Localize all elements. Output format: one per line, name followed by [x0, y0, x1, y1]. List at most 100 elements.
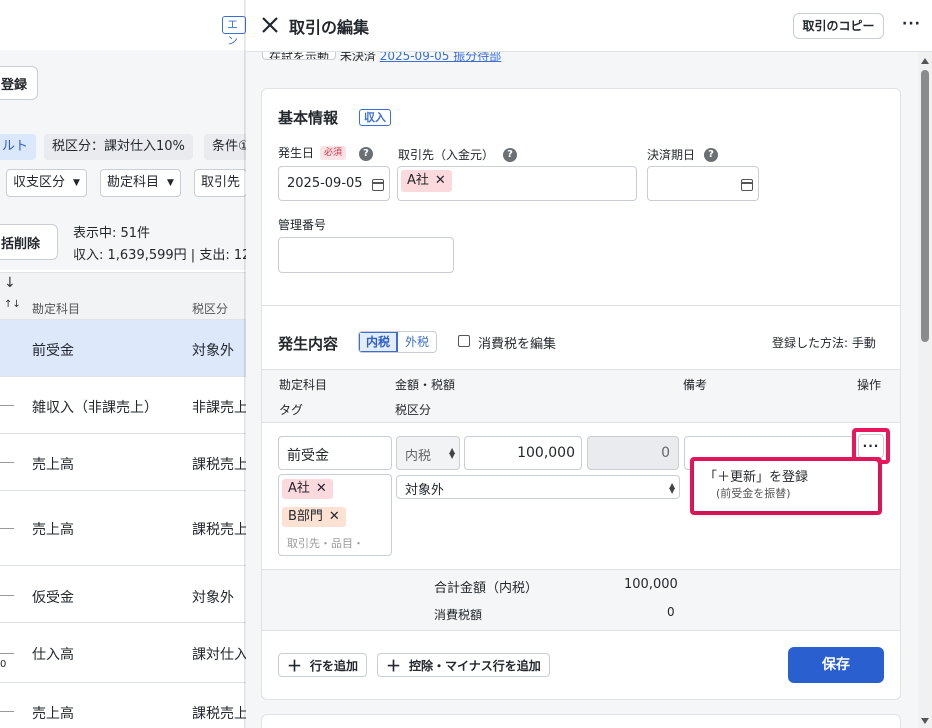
remove-icon[interactable]: ✕ [435, 173, 446, 188]
help-icon[interactable]: ? [704, 148, 718, 162]
add-row-button[interactable]: ＋ 行を追加 [278, 653, 368, 677]
edit-transaction-drawer: 在試を示動 未決済 2025-09-05 振分待部 取引の編集 取引のコピー ·… [246, 0, 932, 728]
row-left-digit: 0 [0, 659, 7, 670]
row-tax: 非課売上 [192, 400, 246, 416]
add-row-label: 行を追加 [310, 658, 359, 673]
filter-chip-default[interactable]: ルト [0, 134, 37, 160]
total-label: 合計金額（内税） [434, 581, 539, 596]
tax-category-value: 対象外 [405, 483, 445, 498]
tag-placeholder: 取引先・品目・ [287, 537, 364, 550]
add-deduction-row-button[interactable]: ＋ 控除・マイナス行を追加 [377, 653, 550, 677]
table-row[interactable]: 0 仕入高 課対仕入 [0, 623, 246, 683]
tax-inclusive-option[interactable]: 内税 [359, 332, 399, 352]
register-button[interactable]: 登録 [0, 66, 38, 100]
top-tag: エン [222, 16, 246, 47]
row-tax: 対象外 [192, 343, 234, 359]
caret-down-icon: ▼ [73, 178, 80, 188]
updown-icon: ▲ ▼ [449, 446, 456, 460]
tag-label: A社 [288, 481, 310, 496]
col-action: 操作 [857, 378, 882, 392]
scroll-down-icon[interactable] [921, 718, 929, 724]
col-amount: 金額・税額 [395, 378, 456, 392]
partner-label: 取引先（入金元） [398, 148, 495, 162]
row-more-button[interactable]: ··· [858, 434, 884, 458]
summary-totals: 収入: 1,639,599円 | 支出: 12 [73, 248, 246, 263]
due-date-input[interactable] [647, 166, 759, 201]
table-row[interactable]: 雑収入（非課売上） 非課売上 [0, 377, 246, 434]
dropdown-account[interactable]: 勘定科目 ▼ [100, 169, 181, 197]
plus-icon: ＋ [287, 656, 303, 675]
totals-area: 合計金額（内税） 100,000 消費税額 0 [262, 569, 900, 631]
tax-mode-select[interactable]: 内税 ▲ ▼ [396, 436, 460, 470]
col-header-account[interactable]: 勘定科目 [32, 300, 80, 317]
calendar-icon[interactable] [741, 179, 753, 191]
sort-both-icon[interactable]: ↑↓ [4, 299, 21, 310]
account-input[interactable]: 前受金 [278, 436, 392, 470]
remove-icon[interactable]: ✕ [316, 481, 327, 496]
help-icon[interactable]: ? [503, 148, 517, 162]
tax-mode-toggle: 内税 外税 [358, 331, 438, 353]
dropdown-partner[interactable]: 取引先 [194, 169, 246, 197]
row-account: 雑収入（非課売上） [32, 400, 158, 416]
copy-transaction-button[interactable]: 取引のコピー [793, 13, 884, 39]
tax-exclusive-option[interactable]: 外税 [398, 332, 436, 352]
edit-tax-checkbox[interactable] [458, 335, 470, 347]
tag-chip-partner[interactable]: A社 ✕ [282, 479, 333, 499]
tag-input[interactable]: A社 ✕ B部門 ✕ 取引先・品目・ [278, 474, 392, 556]
row-tax: 課対仕入 [192, 647, 246, 663]
tag-chip-department[interactable]: B部門 ✕ [282, 507, 346, 527]
drawer-header: 取引の編集 取引のコピー ··· [246, 0, 932, 52]
dropdown-label: 取引先 [201, 175, 241, 190]
table-row[interactable]: 売上高 課税売上 [0, 434, 246, 491]
dropdown-label: 勘定科目 [107, 175, 160, 190]
remove-icon[interactable]: ✕ [329, 509, 340, 524]
filter-chip-tax[interactable]: 税区分：課対仕入10% [44, 134, 193, 160]
transaction-form-card: 基本情報 収入 発生日 必須 ? 2025-09-05 取引先（入金元） ? A社… [261, 88, 901, 700]
amount-input[interactable]: 100,000 [464, 436, 582, 470]
row-dash [0, 653, 14, 654]
amount-value: 100,000 [517, 445, 575, 461]
partner-chip[interactable]: A社 ✕ [401, 170, 452, 192]
table-row[interactable]: 仮受金 対象外 [0, 566, 246, 623]
scrollbar[interactable] [918, 52, 932, 728]
updown-icon: ▲ ▼ [669, 481, 676, 495]
table-row[interactable]: 売上高 課税売上 [0, 683, 246, 728]
row-account: 仮受金 [32, 590, 74, 606]
col-header-tax[interactable]: 税区分 [192, 300, 228, 317]
row-account: 前受金 [32, 343, 74, 359]
more-menu-icon[interactable]: ··· [902, 16, 921, 32]
management-number-input[interactable] [278, 237, 454, 273]
dropdown-label: 収支区分 [13, 175, 66, 190]
filter-chip-condition[interactable]: 条件① [204, 134, 246, 160]
row-account: 仕入高 [32, 647, 74, 663]
tax-amount-value: 0 [661, 445, 670, 461]
scroll-up-icon[interactable] [921, 58, 929, 64]
register-update-item[interactable]: 「＋更新」を登録 [704, 466, 808, 485]
register-update-subtext: (前受金を振替) [716, 487, 791, 500]
table-row[interactable]: 前受金 対象外 [0, 320, 246, 377]
account-value: 前受金 [287, 448, 329, 464]
help-icon[interactable]: ? [359, 147, 373, 161]
scroll-thumb[interactable] [921, 70, 929, 342]
save-button[interactable]: 保存 [788, 647, 884, 683]
col-note: 備考 [683, 378, 708, 392]
row-dash [0, 711, 14, 712]
calendar-icon[interactable] [372, 179, 384, 191]
tax-amount-input: 0 [587, 436, 679, 470]
date-label-text: 発生日 [278, 146, 315, 160]
col-tax-category: 税区分 [395, 403, 432, 417]
row-action-menu: 「＋更新」を登録 (前受金を振替) [694, 461, 878, 511]
date-input[interactable]: 2025-09-05 [278, 166, 390, 201]
sort-down-icon[interactable]: ↓ [4, 275, 16, 291]
management-number-label: 管理番号 [278, 218, 327, 232]
close-icon[interactable] [260, 15, 280, 35]
table-row[interactable]: 売上高 課税売上 [0, 491, 246, 566]
tax-category-select[interactable]: 対象外 ▲ ▼ [396, 475, 680, 499]
date-value: 2025-09-05 [287, 176, 363, 191]
bulk-delete-button[interactable]: 括削除 [0, 224, 58, 260]
partner-input[interactable]: A社 ✕ [397, 166, 637, 201]
plus-icon: ＋ [386, 656, 402, 675]
dropdown-income-expense[interactable]: 収支区分 ▼ [6, 169, 87, 197]
row-dash [0, 405, 14, 406]
partner-chip-label: A社 [407, 173, 429, 188]
